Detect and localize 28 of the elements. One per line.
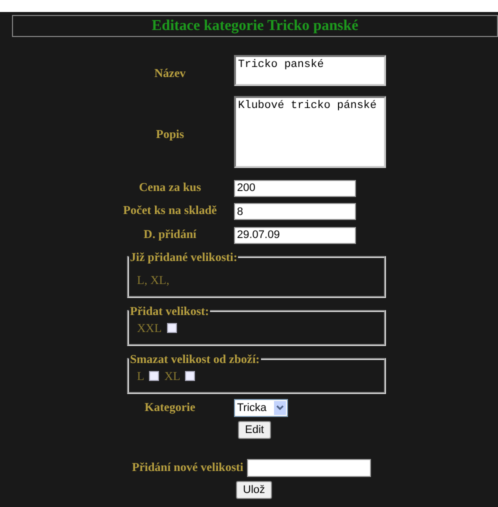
fieldset-legend: Již přidané velikosti: <box>129 250 238 264</box>
field-label: Popis <box>154 127 185 142</box>
input-field[interactable] <box>247 458 372 476</box>
input-field[interactable]: 200 <box>234 180 356 196</box>
field-label: Cena za kus <box>138 180 202 195</box>
page-title: Editace kategorie Tricko panské <box>12 15 498 37</box>
field-label: Počet ks na skladě <box>122 203 218 218</box>
save-button[interactable]: Ulož <box>236 480 272 498</box>
category-dropdown[interactable]: Tricka <box>234 398 288 416</box>
size-label: XL <box>164 368 180 384</box>
fieldset-legend: Přidat velikost: <box>129 304 210 318</box>
text-area[interactable]: Tricko panské <box>234 55 386 86</box>
size-label: XXL <box>137 320 162 336</box>
edit-button[interactable]: Edit <box>238 420 271 438</box>
checkbox[interactable] <box>149 371 160 381</box>
size-label: L <box>137 368 144 384</box>
checkbox[interactable] <box>166 323 177 333</box>
checkbox[interactable] <box>185 371 196 381</box>
text-area[interactable]: Klubové tricko pánské <box>234 96 386 168</box>
field-label: Přidání nové velikosti <box>132 460 244 475</box>
input-field[interactable]: 8 <box>234 203 356 220</box>
field-label: D. přidání <box>142 226 198 242</box>
field-label: Název <box>153 66 187 80</box>
field-label: Kategorie <box>144 400 196 415</box>
size-list: L, XL, <box>137 272 376 288</box>
caret-icon <box>274 400 286 414</box>
input-field[interactable]: 29.07.09 <box>234 226 356 244</box>
fieldset-legend: Smazat velikost od zboží: <box>129 352 261 366</box>
